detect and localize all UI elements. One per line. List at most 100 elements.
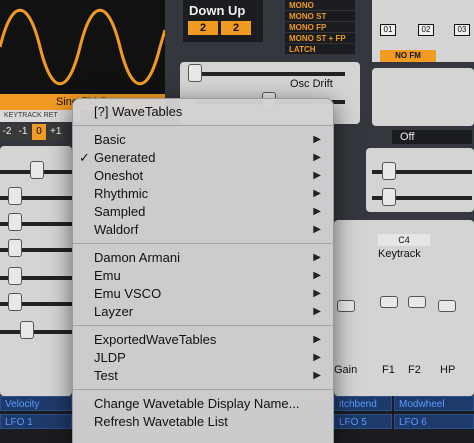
submenu-arrow-icon: ▶	[313, 170, 321, 181]
octave-option[interactable]: -1	[16, 124, 30, 140]
mono-mode-item[interactable]: MONO ST	[285, 11, 355, 22]
submenu-arrow-icon: ▶	[313, 334, 321, 345]
menu-separator	[73, 125, 333, 126]
mono-mode-item[interactable]: LATCH	[285, 44, 355, 55]
keytrack-note[interactable]: C4	[378, 234, 430, 246]
menu-item-label: Damon Armani	[94, 250, 180, 265]
menu-item-label: Change Wavetable Display Name...	[94, 396, 300, 411]
submenu-arrow-icon: ▶	[313, 370, 321, 381]
hp-label: HP	[440, 364, 456, 376]
arp-direction-panel: Down Up 2 2	[183, 0, 263, 42]
menu-item-label: Test	[94, 368, 118, 383]
mono-mode-item[interactable]: MONO ST + FP	[285, 33, 355, 44]
mono-mode-list[interactable]: MONO MONO ST MONO FP MONO ST + FP LATCH	[285, 0, 355, 55]
slider-handle[interactable]	[8, 213, 22, 231]
submenu-arrow-icon: ▶	[313, 224, 321, 235]
octave-option[interactable]: +1	[48, 124, 64, 140]
menu-item-test[interactable]: Test ▶	[73, 367, 333, 385]
fm-slot[interactable]: 03	[454, 24, 470, 36]
checkmark-icon: ✓	[79, 150, 90, 165]
menu-item-generated[interactable]: ✓ Generated ▶	[73, 149, 333, 167]
slider-handle[interactable]	[337, 300, 355, 312]
mod-source-lfo1[interactable]: LFO 1	[0, 414, 72, 429]
mod-source-lfo5[interactable]: LFO 5	[334, 414, 392, 429]
menu-item-label: Sampled	[94, 204, 146, 219]
submenu-arrow-icon: ▶	[313, 288, 321, 299]
slider-handle[interactable]	[20, 321, 34, 339]
submenu-arrow-icon: ▶	[313, 188, 321, 199]
slider-handle[interactable]	[8, 267, 22, 285]
menu-item-oneshot[interactable]: Oneshot ▶	[73, 167, 333, 185]
sine-wave-graphic	[0, 9, 165, 85]
menu-item-label: Emu VSCO	[94, 286, 162, 301]
menu-separator	[73, 389, 333, 390]
menu-item-jldp[interactable]: JLDP ▶	[73, 349, 333, 367]
slider-handle[interactable]	[380, 296, 398, 308]
slider-track	[195, 72, 345, 76]
slider-track	[0, 330, 72, 334]
menu-item-waldorf[interactable]: Waldorf ▶	[73, 221, 333, 239]
osc-keytrack-strip: KEYTRACK RET	[0, 110, 80, 122]
mod-source-velocity[interactable]: Velocity	[0, 396, 72, 411]
gain-label: Gain	[334, 364, 358, 376]
osc-drift-label: Osc Drift	[290, 78, 333, 90]
submenu-arrow-icon: ▶	[313, 134, 321, 145]
menu-separator	[73, 325, 333, 326]
menu-item-label: ExportedWaveTables	[94, 332, 217, 347]
slider-handle[interactable]	[408, 296, 426, 308]
submenu-arrow-icon: ▶	[313, 252, 321, 263]
menu-item-damon-armani[interactable]: Damon Armani ▶	[73, 249, 333, 267]
menu-item-label: Refresh Wavetable List	[94, 414, 228, 429]
arp-direction-title: Down Up	[189, 3, 246, 18]
mod-source-lfo6[interactable]: LFO 6	[394, 414, 474, 429]
filter-type-selector[interactable]: Off	[392, 130, 472, 144]
slider-handle[interactable]	[438, 300, 456, 312]
keytrack-label: Keytrack	[378, 248, 421, 260]
menu-item-rhythmic[interactable]: Rhythmic ▶	[73, 185, 333, 203]
mod-source-pitchbend[interactable]: itchbend	[334, 396, 392, 411]
menu-separator	[73, 243, 333, 244]
menu-item-refresh-list[interactable]: Refresh Wavetable List	[73, 413, 333, 431]
menu-item-basic[interactable]: Basic ▶	[73, 131, 333, 149]
menu-item-exported-wavetables[interactable]: ExportedWaveTables ▶	[73, 331, 333, 349]
slider-handle[interactable]	[8, 239, 22, 257]
arp-value[interactable]: 2	[221, 21, 251, 35]
menu-item-label: Rhythmic	[94, 186, 149, 201]
slider-handle[interactable]	[382, 188, 396, 206]
slider-handle[interactable]	[8, 187, 22, 205]
submenu-arrow-icon: ▶	[313, 270, 321, 281]
submenu-arrow-icon: ▶	[313, 306, 321, 317]
menu-item-label: Generated	[94, 150, 156, 165]
menu-item-label: Oneshot	[94, 168, 144, 183]
octave-option[interactable]: -2	[0, 124, 14, 140]
submenu-arrow-icon: ▶	[313, 352, 321, 363]
oscillator-waveform-display	[0, 0, 165, 94]
mod-source-modwheel[interactable]: Modwheel	[394, 396, 474, 411]
fm-mode-button[interactable]: NO FM	[380, 50, 436, 62]
menu-item-layzer[interactable]: Layzer ▶	[73, 303, 333, 321]
slider-handle[interactable]	[188, 64, 202, 82]
menu-item-sampled[interactable]: Sampled ▶	[73, 203, 333, 221]
octave-option-selected[interactable]: 0	[32, 124, 46, 140]
menu-item-label: Basic	[94, 132, 126, 147]
menu-item-label: Emu	[94, 268, 121, 283]
menu-item-label: Waldorf	[94, 222, 139, 237]
slider-handle[interactable]	[382, 162, 396, 180]
octave-selector[interactable]: -2 -1 0 +1	[0, 124, 64, 142]
menu-item-emu[interactable]: Emu ▶	[73, 267, 333, 285]
menu-item-change-display-name[interactable]: Change Wavetable Display Name...	[73, 395, 333, 413]
slider-handle[interactable]	[30, 161, 44, 179]
mono-mode-item[interactable]: MONO	[285, 0, 355, 11]
fm-slot[interactable]: 02	[418, 24, 434, 36]
menu-item-emu-vsco[interactable]: Emu VSCO ▶	[73, 285, 333, 303]
mono-mode-item[interactable]: MONO FP	[285, 22, 355, 33]
submenu-arrow-icon: ▶	[313, 206, 321, 217]
f1-label: F1	[382, 364, 395, 376]
submenu-arrow-icon: ▶	[313, 152, 321, 163]
arp-value[interactable]: 2	[188, 21, 218, 35]
wavetable-context-menu: [?] WaveTables Basic ▶ ✓ Generated ▶ One…	[72, 98, 334, 443]
fm-slot[interactable]: 01	[380, 24, 396, 36]
slider-handle[interactable]	[8, 293, 22, 311]
menu-header-wavetables[interactable]: [?] WaveTables	[73, 103, 333, 121]
menu-item-label: JLDP	[94, 350, 126, 365]
